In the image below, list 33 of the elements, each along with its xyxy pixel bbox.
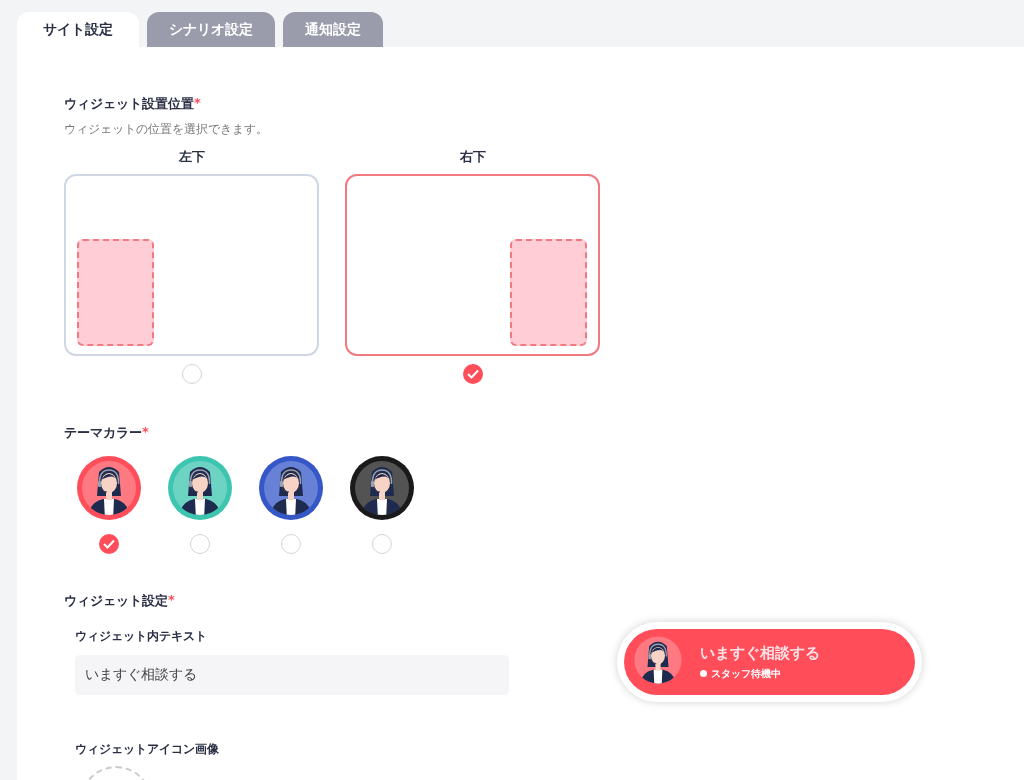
option-label: 右下: [459, 148, 486, 166]
section-title: テーマカラー: [64, 424, 142, 442]
widget-button[interactable]: いますぐ相談する スタッフ待機中: [624, 629, 915, 695]
check-icon: [466, 369, 479, 379]
check-icon: [103, 539, 115, 549]
input-field[interactable]: いますぐ相談する: [75, 655, 509, 695]
required-mark: *: [194, 95, 201, 112]
radio-button[interactable]: [181, 364, 202, 384]
radio-button[interactable]: [99, 534, 119, 554]
status-text: スタッフ待機中: [711, 666, 781, 681]
avatar-icon[interactable]: [350, 456, 414, 520]
description: ウィジェットの位置を選択できます。: [64, 121, 269, 138]
field-label: ウィジェット内テキスト: [75, 628, 208, 645]
avatar-icon[interactable]: [168, 456, 232, 520]
radio-button[interactable]: [462, 364, 483, 384]
radio-button[interactable]: [190, 534, 210, 554]
radio-button[interactable]: [372, 534, 392, 554]
required-mark: *: [142, 424, 149, 441]
position-card[interactable]: [345, 174, 600, 356]
tab[interactable]: 通知設定: [283, 12, 383, 47]
option-label: 左下: [178, 148, 205, 166]
avatar-icon[interactable]: [259, 456, 323, 520]
required-mark: *: [168, 592, 175, 609]
avatar-icon[interactable]: [77, 456, 141, 520]
tab[interactable]: サイト設定: [17, 12, 139, 47]
tab[interactable]: シナリオ設定: [147, 12, 275, 47]
radio-button[interactable]: [281, 534, 301, 554]
position-card[interactable]: [64, 174, 319, 356]
widget-title: いますぐ相談する: [700, 643, 820, 663]
section-title: ウィジェット設定: [64, 592, 168, 610]
field-label: ウィジェットアイコン画像: [75, 741, 220, 758]
section-title: ウィジェット設置位置: [64, 95, 194, 113]
status-dot: [700, 670, 707, 677]
